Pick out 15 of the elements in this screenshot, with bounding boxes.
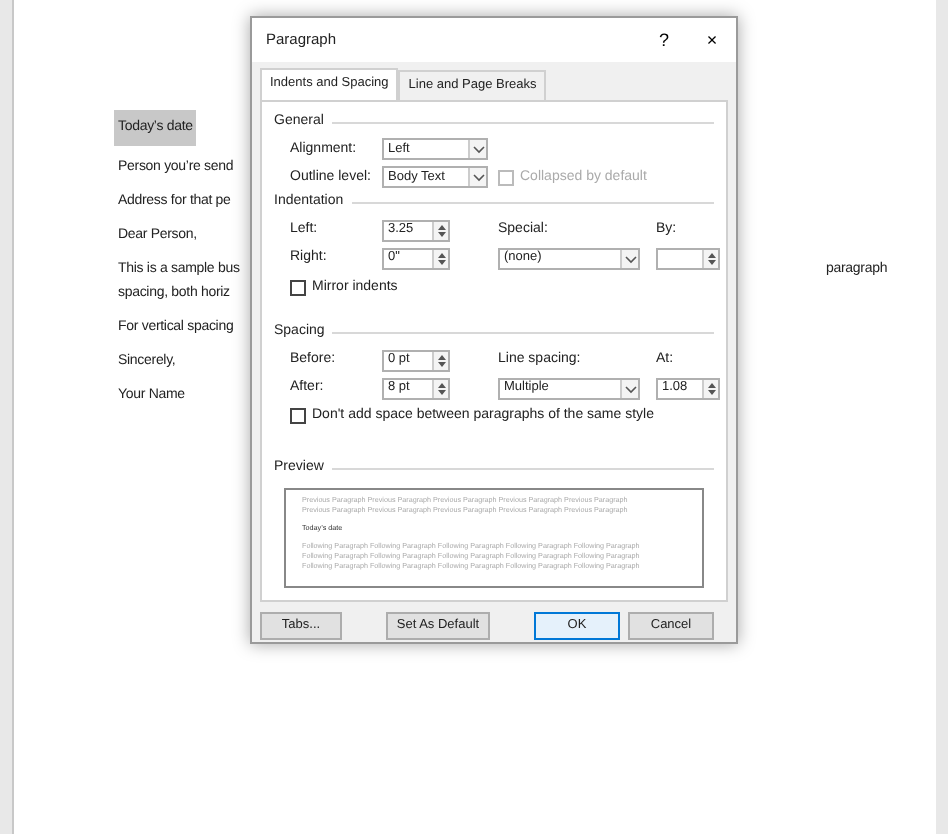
close-button[interactable]: ×	[688, 31, 736, 49]
spinner-icon[interactable]	[432, 351, 448, 370]
spin-field[interactable]	[656, 247, 720, 270]
caret-icon[interactable]	[620, 249, 638, 268]
help-button[interactable]: ?	[640, 31, 688, 49]
checkbox[interactable]	[290, 408, 306, 424]
spinner-icon[interactable]	[702, 379, 718, 398]
spinner-icon[interactable]	[702, 249, 718, 268]
spinner-icon[interactable]	[432, 249, 448, 268]
spinner-icon[interactable]	[432, 379, 448, 398]
checkbox[interactable]	[290, 280, 306, 296]
caret-icon[interactable]	[468, 168, 486, 187]
caret-icon[interactable]	[620, 379, 638, 398]
spinner-icon[interactable]	[432, 221, 448, 240]
caret-icon[interactable]	[468, 140, 486, 159]
